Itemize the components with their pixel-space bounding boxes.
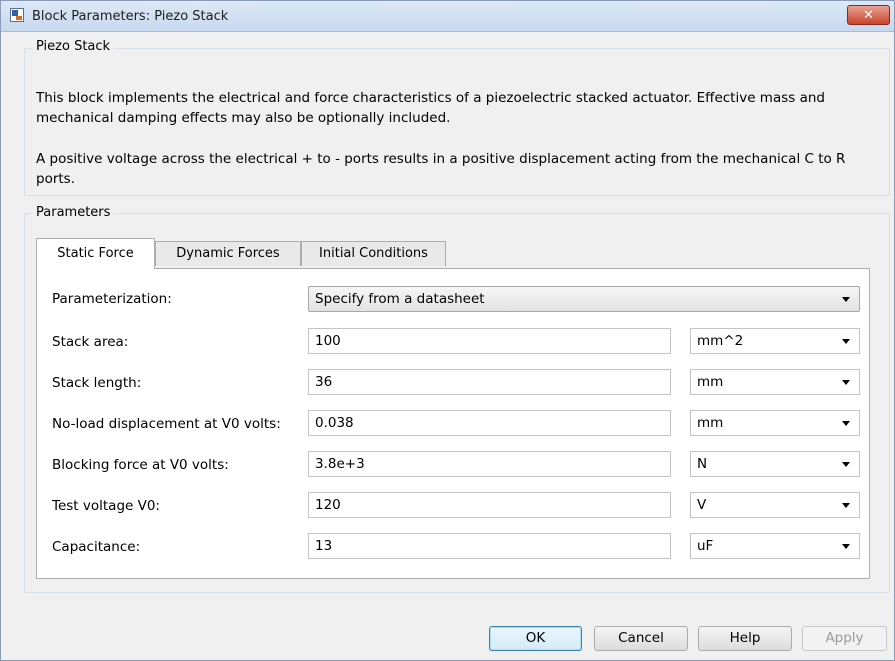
blocking-force-unit-dropdown[interactable]: N bbox=[690, 451, 860, 477]
parameterization-dropdown[interactable]: Specify from a datasheet bbox=[308, 286, 860, 312]
chevron-down-icon bbox=[842, 462, 850, 467]
stack-length-label: Stack length: bbox=[52, 375, 142, 391]
simulink-block-icon bbox=[10, 8, 24, 22]
blocking-force-field[interactable]: 3.8e+3 bbox=[308, 451, 671, 477]
test-voltage-field[interactable]: 120 bbox=[308, 492, 671, 518]
chevron-down-icon bbox=[842, 544, 850, 549]
cancel-button[interactable]: Cancel bbox=[594, 626, 688, 651]
capacitance-field[interactable]: 13 bbox=[308, 533, 671, 559]
capacitance-label: Capacitance: bbox=[52, 539, 141, 555]
chevron-down-icon bbox=[842, 380, 850, 385]
chevron-down-icon bbox=[842, 297, 850, 302]
test-voltage-unit-value: V bbox=[697, 497, 707, 513]
no-load-displacement-label: No-load displacement at V0 volts: bbox=[52, 416, 281, 432]
close-icon: ✕ bbox=[863, 8, 874, 23]
stack-area-unit-value: mm^2 bbox=[697, 333, 744, 349]
parameterization-value: Specify from a datasheet bbox=[315, 291, 485, 307]
block-name-label: Piezo Stack bbox=[32, 39, 115, 54]
stack-area-field[interactable]: 100 bbox=[308, 328, 671, 354]
help-button[interactable]: Help bbox=[698, 626, 792, 651]
no-load-displacement-field[interactable]: 0.038 bbox=[308, 410, 671, 436]
chevron-down-icon bbox=[842, 421, 850, 426]
stack-length-unit-dropdown[interactable]: mm bbox=[690, 369, 860, 395]
stack-area-label: Stack area: bbox=[52, 334, 129, 350]
capacitance-unit-value: uF bbox=[697, 538, 714, 554]
blocking-force-unit-value: N bbox=[697, 456, 708, 472]
test-voltage-unit-dropdown[interactable]: V bbox=[690, 492, 860, 518]
no-load-displacement-unit-dropdown[interactable]: mm bbox=[690, 410, 860, 436]
close-button[interactable]: ✕ bbox=[847, 5, 890, 25]
stack-length-field[interactable]: 36 bbox=[308, 369, 671, 395]
ok-button[interactable]: OK bbox=[489, 626, 582, 651]
tab-dynamic-forces[interactable]: Dynamic Forces bbox=[155, 241, 301, 266]
parameters-group-label: Parameters bbox=[32, 205, 115, 220]
title-bar[interactable]: Block Parameters: Piezo Stack ✕ bbox=[1, 1, 894, 32]
stack-area-unit-dropdown[interactable]: mm^2 bbox=[690, 328, 860, 354]
apply-button[interactable]: Apply bbox=[802, 626, 887, 651]
chevron-down-icon bbox=[842, 339, 850, 344]
block-description-ports: A positive voltage across the electrical… bbox=[36, 151, 846, 187]
parameterization-label: Parameterization: bbox=[52, 291, 172, 307]
dialog-window: Block Parameters: Piezo Stack ✕ Piezo St… bbox=[0, 0, 895, 661]
capacitance-unit-dropdown[interactable]: uF bbox=[690, 533, 860, 559]
no-load-displacement-unit-value: mm bbox=[697, 415, 724, 431]
stack-length-unit-value: mm bbox=[697, 374, 724, 390]
chevron-down-icon bbox=[842, 503, 850, 508]
test-voltage-label: Test voltage V0: bbox=[52, 498, 160, 514]
blocking-force-label: Blocking force at V0 volts: bbox=[52, 457, 229, 473]
tab-initial-conditions[interactable]: Initial Conditions bbox=[301, 241, 446, 266]
tab-static-force[interactable]: Static Force bbox=[36, 238, 155, 269]
window-title: Block Parameters: Piezo Stack bbox=[32, 9, 229, 24]
block-description: This block implements the electrical and… bbox=[36, 90, 825, 126]
